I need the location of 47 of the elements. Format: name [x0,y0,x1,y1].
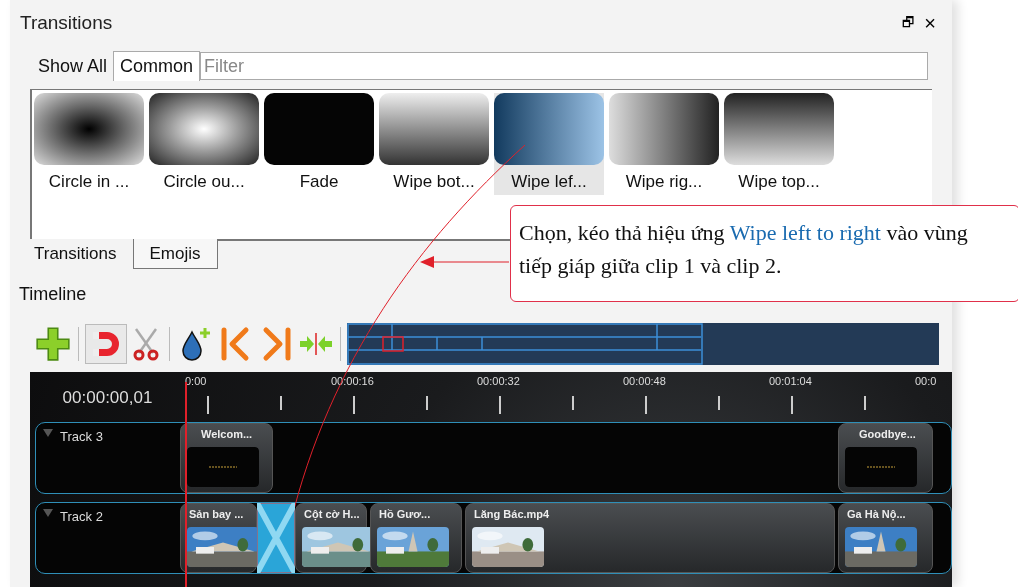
title-clip[interactable]: Goodbye... [838,423,933,493]
clip-title: Cột cờ H... [304,507,361,523]
ruler-label: 00:01:04 [769,374,812,388]
filter-tab[interactable]: Show All [32,51,114,81]
panel-title: Transitions [20,10,113,35]
clip-title: Ga Hà Nộ... [847,507,907,523]
video-clip[interactable]: Sản bay ... [180,503,257,573]
video-clip[interactable]: Lăng Bác.mp4 [465,503,835,573]
transition-item[interactable]: Wipe lef... [494,93,604,195]
close-button[interactable]: × [924,13,936,33]
track-name: Track 2 [60,508,103,526]
overview-drawing[interactable] [347,323,939,365]
scissors-icon[interactable] [131,327,161,361]
transition-item[interactable]: Circle in ... [34,93,144,195]
panel-tab[interactable]: Emojis [132,239,218,269]
clip-title: Goodbye... [859,427,917,442]
clip-title: Lăng Bác.mp4 [474,507,551,522]
clip-title: Hồ Gươ... [379,507,432,522]
ruler-label: 0:00 [185,374,207,388]
timeline-title: Timeline [19,283,88,306]
track-name: Track 3 [60,428,103,446]
center-playhead-icon[interactable] [298,332,334,356]
float-button[interactable]: 🗗 [902,13,915,33]
transition-item[interactable]: Circle ou... [149,93,259,195]
transition-clip[interactable] [257,503,295,573]
title-thumbnail [187,446,259,487]
add-track-icon[interactable] [34,325,72,363]
transition-item[interactable]: Wipe rig... [609,93,719,195]
snap-button[interactable] [85,324,127,364]
clip-title: Welcom... [201,427,254,442]
transition-item[interactable]: Wipe bot... [379,93,489,195]
timecode: 00:00:00,01 [62,387,153,410]
ruler-label: 00:00:32 [477,374,520,388]
filter-field[interactable]: Filter [200,52,928,80]
title-clip[interactable]: Welcom... [180,423,273,493]
filter-tab[interactable]: Common [113,51,201,81]
callout-text: Chọn, kéo thả hiệu ứng Wipe left to right vào vùng tiếp giáp giữa clip 1 và clip 2. [519,219,969,280]
chevron-icon[interactable] [42,427,54,439]
transition-item[interactable]: Fade [264,93,374,195]
chevron-icon[interactable] [42,507,54,519]
ruler-label: 00:0 [915,374,937,388]
title-thumbnail [845,446,917,487]
video-clip[interactable]: Hồ Gươ... [370,503,462,573]
ruler-label: 00:00:48 [623,374,666,388]
video-clip[interactable]: Ga Hà Nộ... [838,503,933,573]
clip-title: Sản bay ... [189,507,245,522]
transition-item[interactable]: Wipe top... [724,93,834,195]
